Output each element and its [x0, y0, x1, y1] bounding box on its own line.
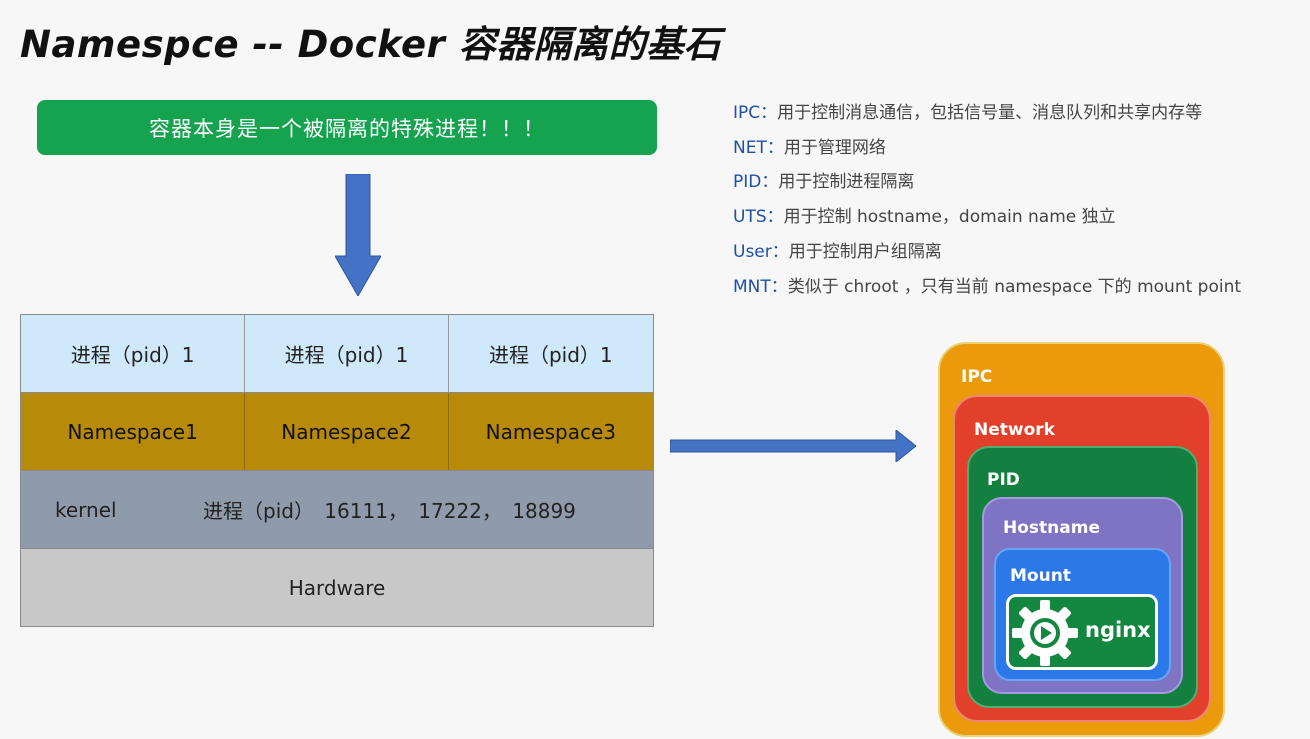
legend-key: User： — [733, 242, 789, 263]
namespace-cell: Namespace1 — [21, 393, 246, 470]
legend-item-uts: UTS： 用于控制 hostname，domain name 独立 — [733, 197, 1241, 232]
legend-key: UTS： — [733, 207, 784, 228]
legend-item-net: NET： 用于管理网络 — [733, 128, 1241, 163]
pid-label: PID — [987, 470, 1020, 490]
namespace-row: Namespace1 Namespace2 Namespace3 — [21, 393, 653, 471]
page-title: Namespce -- Docker 容器隔离的基石 — [20, 23, 722, 66]
kernel-pids: 进程（pid） 16111， 17222， 18899 — [203, 499, 576, 523]
network-label: Network — [974, 420, 1055, 440]
nginx-label: nginx — [1085, 618, 1151, 642]
legend-item-mnt: MNT： 类似于 chroot ，只有当前 namespace 下的 mount… — [733, 267, 1241, 302]
down-arrow-icon — [335, 174, 381, 296]
container-definition-banner: 容器本身是一个被隔离的特殊进程！！！ — [37, 100, 657, 155]
kernel-label: kernel — [55, 497, 117, 522]
legend-desc: 用于控制进程隔离 — [778, 172, 915, 193]
legend-key: MNT： — [733, 276, 788, 297]
legend-item-ipc: IPC： 用于控制消息通信，包括信号量、消息队列和共享内存等 — [733, 93, 1241, 128]
right-arrow-icon — [670, 430, 916, 462]
legend-desc: 用于管理网络 — [783, 137, 886, 158]
hardware-row: Hardware — [21, 549, 653, 626]
hostname-label: Hostname — [1003, 518, 1100, 538]
legend-desc: 类似于 chroot ，只有当前 namespace 下的 mount poin… — [787, 276, 1242, 297]
legend-item-pid: PID： 用于控制进程隔离 — [733, 163, 1241, 198]
mount-label: Mount — [1010, 566, 1071, 586]
ipc-label: IPC — [961, 367, 993, 387]
process-row: 进程（pid）1 进程（pid）1 进程（pid）1 — [21, 315, 653, 393]
legend-desc: 用于控制消息通信，包括信号量、消息队列和共享内存等 — [777, 102, 1203, 123]
legend-item-user: User： 用于控制用户组隔离 — [733, 232, 1241, 267]
kernel-row: kernel 进程（pid） 16111， 17222， 18899 — [21, 471, 653, 549]
legend-key: PID： — [733, 172, 779, 193]
legend-desc: 用于控制 hostname，domain name 独立 — [783, 207, 1116, 228]
gear-icon — [1012, 600, 1078, 666]
legend-key: NET： — [733, 137, 784, 158]
legend-key: IPC： — [733, 102, 778, 123]
process-cell: 进程（pid）1 — [245, 315, 449, 392]
namespace-cell: Namespace3 — [485, 419, 617, 444]
namespace-legend: IPC： 用于控制消息通信，包括信号量、消息队列和共享内存等 NET： 用于管理… — [733, 93, 1241, 302]
legend-desc: 用于控制用户组隔离 — [788, 242, 942, 263]
process-isolation-stack: 进程（pid）1 进程（pid）1 进程（pid）1 Namespace1 Na… — [20, 314, 654, 627]
namespace-cell: Namespace2 — [245, 393, 449, 470]
process-cell: 进程（pid）1 — [21, 315, 246, 392]
process-cell: 进程（pid）1 — [488, 343, 613, 367]
